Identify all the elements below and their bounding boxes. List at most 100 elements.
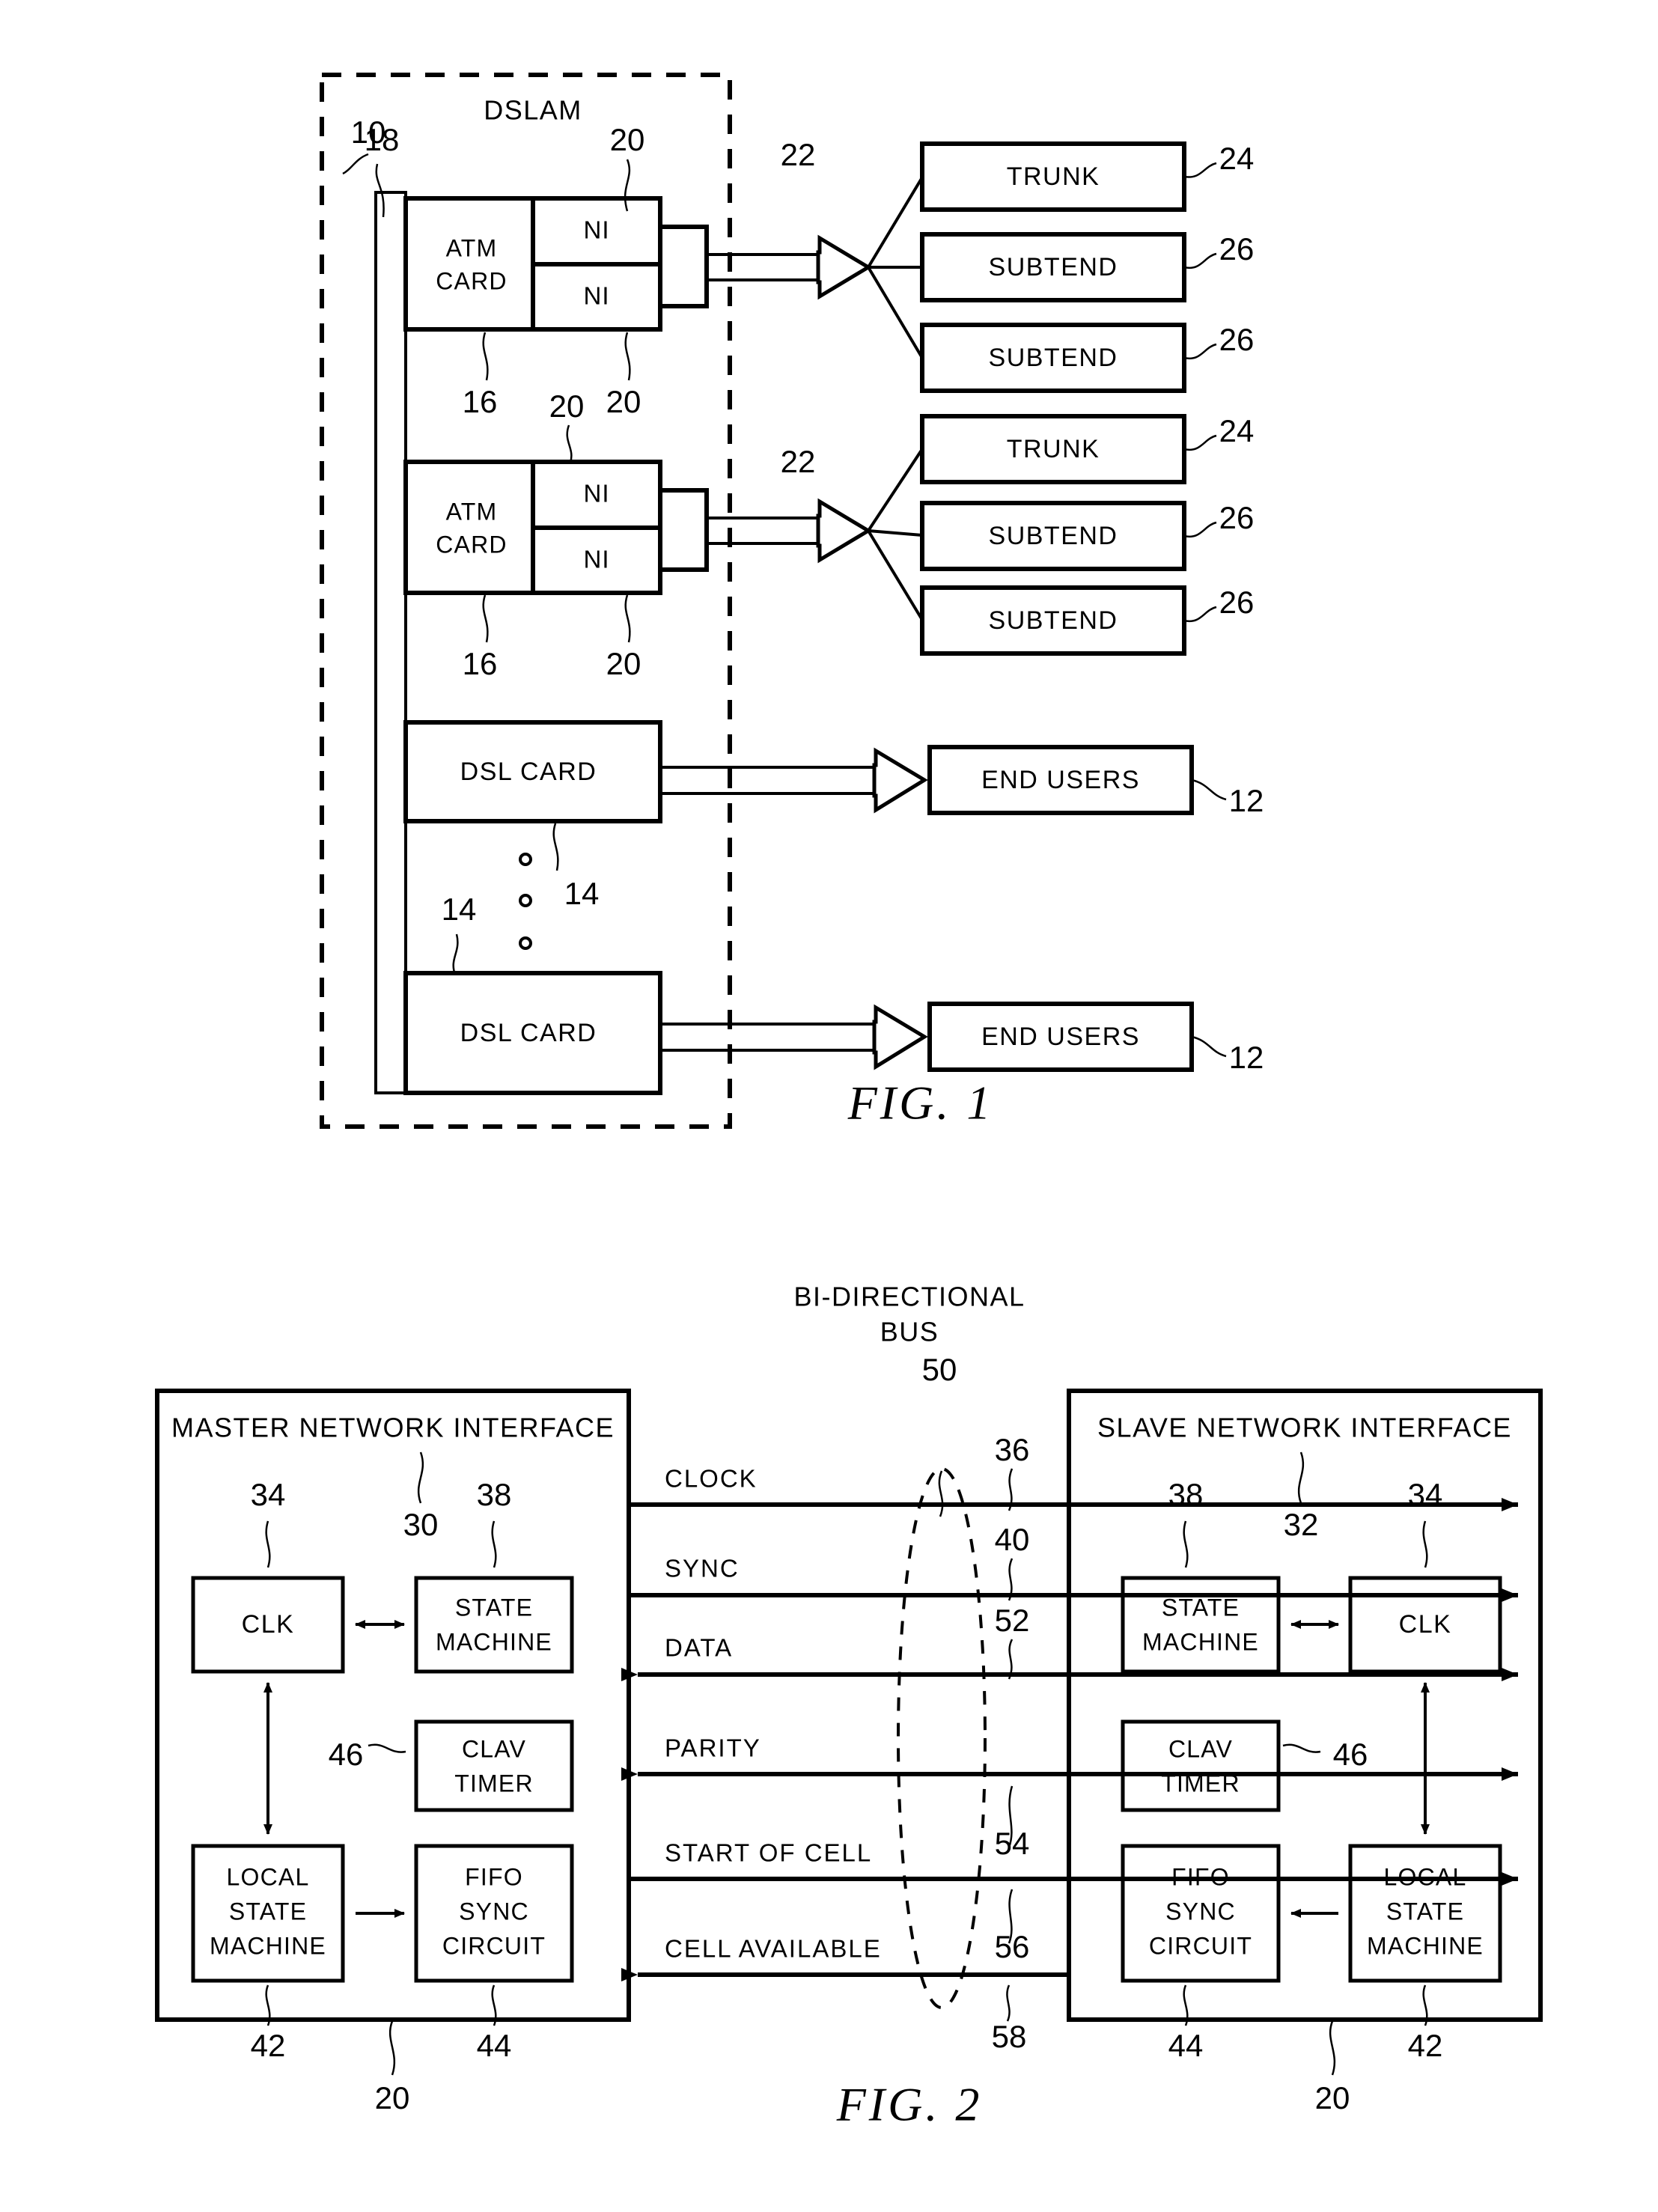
master-fifo-label-line2: SYNC: [459, 1898, 529, 1925]
trunk-2-label: TRUNK: [1007, 435, 1100, 463]
ref-34-slave: 34: [1408, 1477, 1443, 1512]
signal-label-data: DATA: [665, 1634, 733, 1662]
ni-1b-label: NI: [584, 282, 610, 310]
ellipsis-dot: [519, 853, 532, 866]
ref-30: 30: [403, 1507, 439, 1542]
slave-lsm-label-line2: STATE: [1386, 1898, 1464, 1925]
master-fifo-label-line3: CIRCUIT: [442, 1932, 546, 1959]
slave-clk-label: CLK: [1399, 1610, 1452, 1639]
slave-sm-label-line1: STATE: [1162, 1594, 1240, 1621]
ref-20-master: 20: [375, 2080, 410, 2115]
leader-26a: [1183, 252, 1217, 269]
ref-20-slave: 20: [1315, 2080, 1350, 2115]
master-sm-label-line1: STATE: [455, 1594, 533, 1621]
master-sm-label-line2: MACHINE: [436, 1628, 552, 1655]
slave-clav-label-line1: CLAV: [1168, 1735, 1233, 1762]
ref-42-slave: 42: [1408, 2028, 1443, 2063]
leader-14b: [452, 933, 459, 975]
ref-42-master: 42: [251, 2028, 286, 2063]
slave-clav-label-line2: TIMER: [1161, 1770, 1240, 1797]
ni-2a-label: NI: [584, 480, 610, 508]
bus-bundle-ellipse: [897, 1467, 987, 2009]
leader-12b: [1191, 1035, 1227, 1058]
atm-card-2-label-line1: ATM: [446, 498, 498, 525]
card-connector-2: [658, 488, 709, 572]
dsl-arrow-1: [872, 747, 928, 814]
ni-1a-label: NI: [584, 216, 610, 244]
ellipsis-dot: [519, 936, 532, 950]
ref-50: 50: [922, 1352, 957, 1387]
ref-44-master: 44: [477, 2028, 512, 2063]
slave-lsm-label-line3: MACHINE: [1367, 1932, 1484, 1959]
leader-26b: [1183, 343, 1217, 360]
dsl-arrow-2: [872, 1004, 928, 1070]
slave-fifo-label-line3: CIRCUIT: [1149, 1932, 1252, 1959]
master-clav-label-line1: CLAV: [462, 1735, 526, 1762]
ref-24b: 24: [1219, 413, 1255, 448]
fanout-1-trunk: [867, 176, 924, 269]
ref-20b: 20: [606, 646, 641, 681]
ref-26a: 26: [1219, 231, 1255, 266]
ref-54: 54: [995, 1826, 1030, 1861]
ref-52: 52: [995, 1603, 1030, 1638]
master-state-machine-block: [414, 1576, 574, 1674]
ref-34-master: 34: [251, 1477, 286, 1512]
figure-canvas: DSLAM 10 18 ATM CARD NI NI ATM CARD NI N…: [155, 73, 1543, 2131]
leader-12a: [1191, 779, 1227, 801]
leader-20-slave: [1329, 2020, 1336, 2076]
ref-18: 18: [365, 122, 400, 157]
ref-26b: 26: [1219, 322, 1255, 357]
ref-24a: 24: [1219, 141, 1255, 176]
end-users-2-label: END USERS: [981, 1023, 1140, 1051]
ref-40: 40: [995, 1522, 1030, 1557]
leader-50: [938, 1470, 944, 1517]
fanout-2-trunk: [867, 448, 924, 532]
signal-label-parity: PARITY: [665, 1734, 761, 1762]
signal-label-clock: CLOCK: [665, 1465, 758, 1493]
fig2-caption: FIG. 2: [836, 2078, 983, 2131]
leader-20b: [624, 594, 631, 643]
atm-card-1-label-line2: CARD: [436, 267, 507, 294]
ref-22a: 22: [781, 137, 816, 172]
ref-14a: 14: [564, 876, 600, 911]
leader-58: [1006, 1984, 1011, 2022]
subtend-2b-label: SUBTEND: [989, 606, 1118, 635]
leader-16a: [482, 332, 489, 381]
ref-46-master: 46: [329, 1737, 364, 1772]
atm-card-2-label-line2: CARD: [436, 531, 507, 558]
master-title: MASTER NETWORK INTERFACE: [171, 1413, 615, 1443]
ellipsis-dot: [519, 894, 532, 907]
ref-16b: 16: [463, 646, 498, 681]
slave-title: SLAVE NETWORK INTERFACE: [1097, 1413, 1512, 1443]
fanout-1-sub2: [867, 266, 924, 359]
leader-16b: [482, 594, 489, 643]
bus-title-line1: BI-DIRECTIONAL: [793, 1282, 1025, 1312]
subtend-1a-label: SUBTEND: [989, 253, 1118, 281]
master-clk-label: CLK: [242, 1610, 295, 1639]
patent-figure-sheet: DSLAM 10 18 ATM CARD NI NI ATM CARD NI N…: [0, 0, 1658, 2212]
bus-title-line2: BUS: [880, 1317, 939, 1347]
ref-46-slave: 46: [1333, 1737, 1368, 1772]
master-lsm-label-line2: STATE: [229, 1898, 307, 1925]
leader-26d: [1183, 606, 1217, 623]
fanout-2-sub1: [868, 529, 923, 537]
leader-24b: [1183, 434, 1217, 451]
ref-20a: 20: [606, 384, 641, 419]
ref-32: 32: [1284, 1507, 1319, 1542]
ref-38-slave: 38: [1168, 1477, 1204, 1512]
ref-58: 58: [992, 2019, 1027, 2054]
trunk-1-label: TRUNK: [1007, 162, 1100, 191]
end-users-1-label: END USERS: [981, 766, 1140, 794]
link-arrow-1: [816, 234, 872, 300]
ref-36: 36: [995, 1432, 1030, 1467]
slave-state-machine-block: [1121, 1576, 1281, 1674]
subtend-1b-label: SUBTEND: [989, 344, 1118, 372]
card-connector-1: [658, 225, 709, 308]
leader-20-master: [388, 2020, 396, 2076]
master-lsm-label-line1: LOCAL: [227, 1863, 310, 1890]
ni-2b-label: NI: [584, 546, 610, 573]
ref-22b: 22: [781, 444, 816, 479]
ref-14b: 14: [442, 892, 477, 927]
ref-38-master: 38: [477, 1477, 512, 1512]
slave-fifo-label-line2: SYNC: [1165, 1898, 1236, 1925]
